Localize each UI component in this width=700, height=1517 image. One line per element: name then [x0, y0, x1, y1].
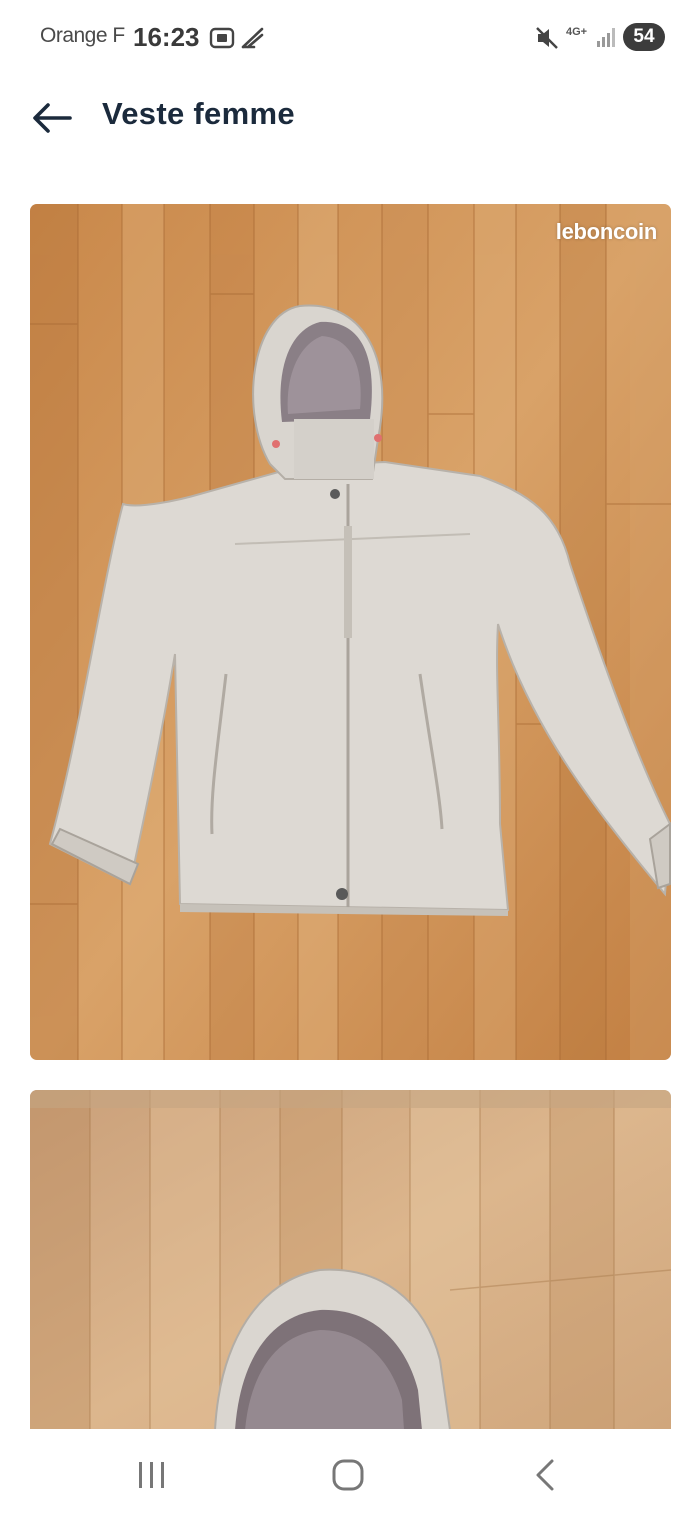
recents-icon[interactable]	[122, 1455, 182, 1495]
screenshot-icon	[209, 25, 235, 56]
listing-photo-1[interactable]: leboncoin	[30, 204, 671, 1060]
home-icon[interactable]	[318, 1455, 378, 1495]
page-title: Veste femme	[102, 96, 295, 131]
listing-photo-2[interactable]	[30, 1090, 671, 1450]
app-header: Veste femme	[0, 76, 700, 166]
battery-level: 54	[623, 23, 665, 51]
mute-icon	[535, 25, 559, 56]
network-type: 4G+	[566, 26, 588, 38]
status-bar: Orange F 16:23 4G+ 54	[0, 0, 700, 76]
signal-icon	[596, 25, 616, 54]
chevron-left-icon[interactable]	[514, 1455, 574, 1495]
clock: 16:23	[133, 22, 200, 52]
system-navigation-bar	[0, 1429, 700, 1517]
leboncoin-watermark: leboncoin	[555, 219, 658, 244]
back-arrow-icon[interactable]	[30, 100, 74, 136]
bird-icon	[240, 25, 266, 56]
carrier-name: Orange F	[40, 24, 125, 47]
